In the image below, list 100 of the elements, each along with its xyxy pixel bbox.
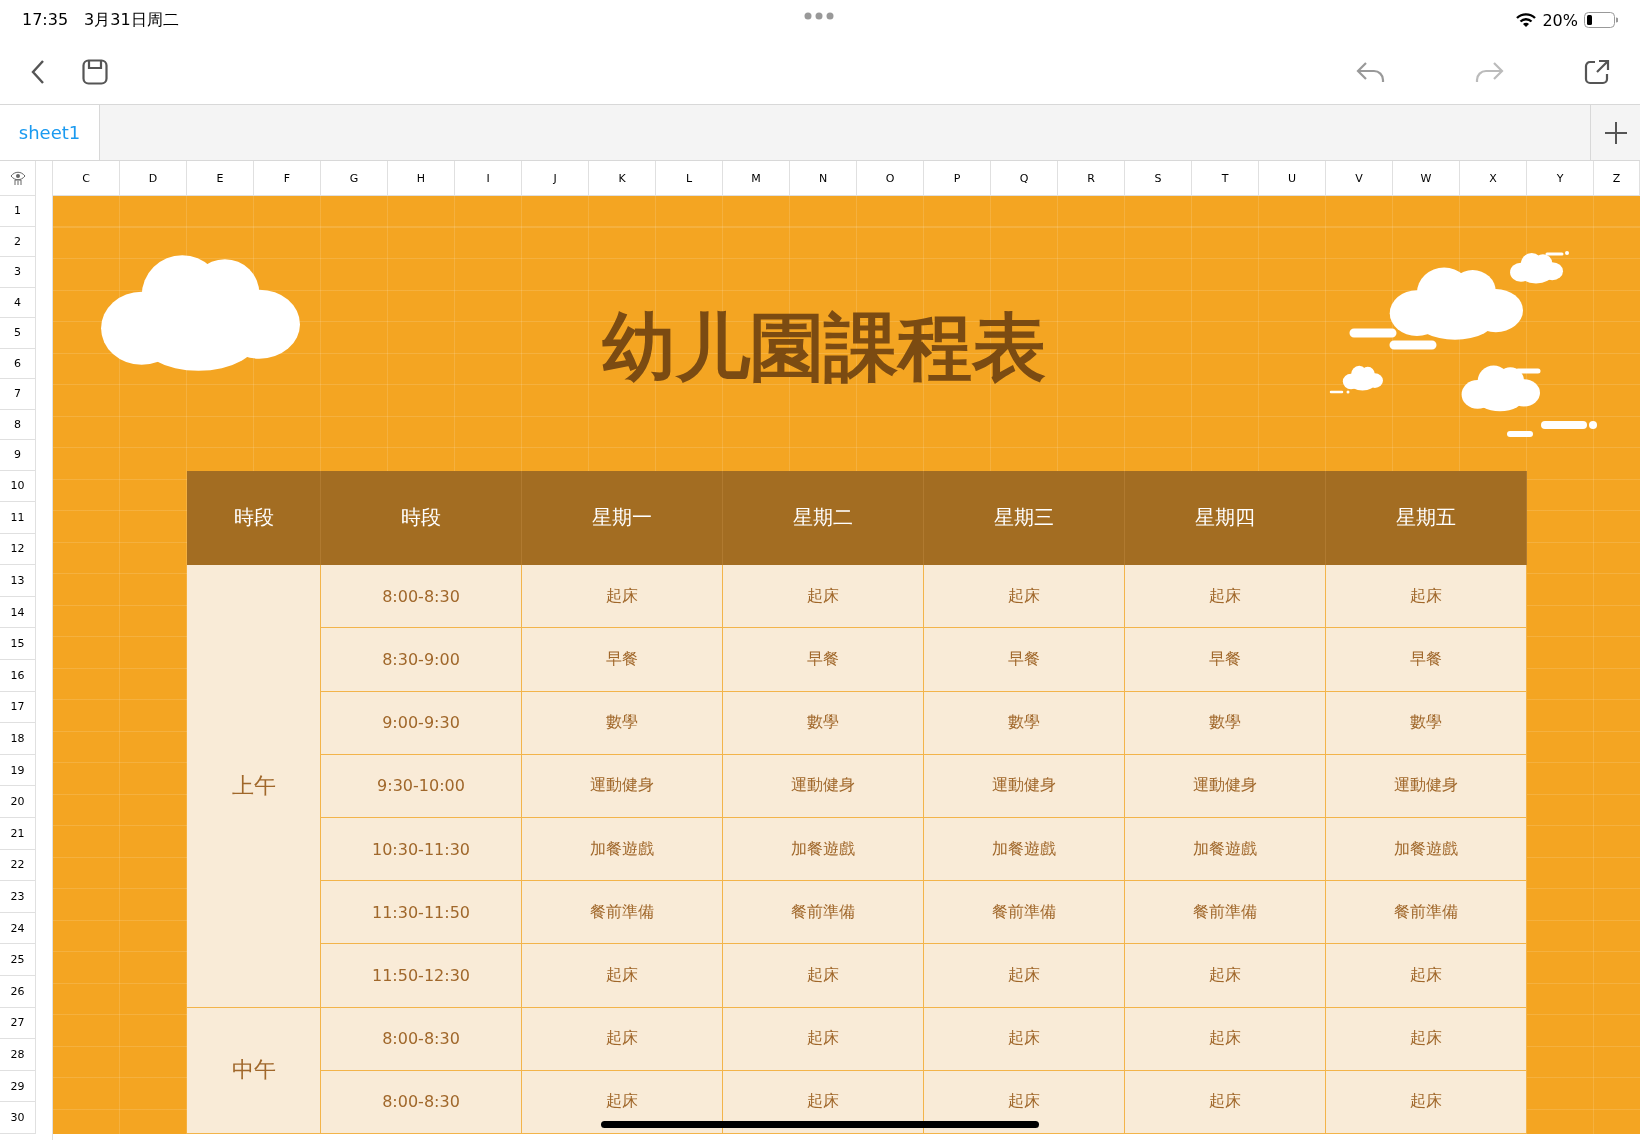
- activity-cell: 數學: [1125, 691, 1326, 755]
- activity-cell: 餐前準備: [723, 881, 924, 945]
- activity-cell: 數學: [723, 691, 924, 755]
- row-header[interactable]: 27: [0, 1007, 36, 1040]
- row-header[interactable]: 26: [0, 976, 36, 1008]
- row-header[interactable]: 18: [0, 723, 36, 755]
- row-header[interactable]: 25: [0, 944, 36, 976]
- activity-cell: 起床: [924, 1070, 1125, 1134]
- wifi-icon: [1516, 12, 1537, 28]
- row-header[interactable]: 22: [0, 849, 36, 882]
- row-header[interactable]: 14: [0, 596, 36, 629]
- row-header[interactable]: 3: [0, 257, 36, 288]
- row-header[interactable]: 9: [0, 440, 36, 471]
- row-header[interactable]: 29: [0, 1070, 36, 1103]
- activity-cell: 起床: [522, 565, 723, 629]
- row-header[interactable]: 7: [0, 379, 36, 410]
- row-header[interactable]: 15: [0, 628, 36, 661]
- activity-cell: 起床: [1326, 1007, 1527, 1071]
- row-header[interactable]: 5: [0, 318, 36, 349]
- eye-icon[interactable]: [9, 170, 26, 186]
- plus-icon: [1603, 120, 1628, 145]
- time-cell: 8:30-9:00: [321, 628, 522, 692]
- row-header[interactable]: 11: [0, 502, 36, 534]
- time-cell: 11:50-12:30: [321, 944, 522, 1008]
- activity-cell: 餐前準備: [1326, 881, 1527, 945]
- row-header[interactable]: 30: [0, 1102, 36, 1134]
- activity-cell: 起床: [924, 565, 1125, 629]
- activity-cell: 運動健身: [723, 754, 924, 819]
- table-header: 星期四: [1125, 470, 1326, 566]
- activity-cell: 運動健身: [1326, 754, 1527, 819]
- activity-cell: 早餐: [723, 628, 924, 692]
- activity-cell: 加餐遊戲: [522, 818, 723, 882]
- row-header[interactable]: 20: [0, 786, 36, 819]
- status-date: 3月31日周二: [84, 9, 179, 31]
- table-header: 星期二: [723, 470, 924, 566]
- row-header[interactable]: 21: [0, 818, 36, 850]
- sheet-title: 幼儿園課程表: [601, 302, 1046, 392]
- time-cell: 8:00-8:30: [321, 1070, 522, 1134]
- activity-cell: 數學: [522, 691, 723, 755]
- status-time: 17:35: [22, 9, 69, 31]
- activity-cell: 數學: [924, 691, 1125, 755]
- row-header[interactable]: 6: [0, 348, 36, 379]
- time-cell: 8:00-8:30: [321, 1007, 522, 1071]
- activity-cell: 加餐遊戲: [1326, 818, 1527, 882]
- activity-cell: 起床: [924, 1007, 1125, 1071]
- activity-cell: 起床: [1125, 944, 1326, 1008]
- time-cell: 9:00-9:30: [321, 691, 522, 755]
- activity-cell: 餐前準備: [924, 881, 1125, 945]
- activity-cell: 加餐遊戲: [1125, 818, 1326, 882]
- share-icon: [1584, 59, 1610, 85]
- activity-cell: 起床: [723, 565, 924, 629]
- row-header[interactable]: 10: [0, 470, 36, 503]
- row-header[interactable]: 8: [0, 409, 36, 440]
- row-header[interactable]: 19: [0, 754, 36, 787]
- activity-cell: 起床: [1125, 565, 1326, 629]
- activity-cell: 起床: [522, 1007, 723, 1071]
- row-header[interactable]: 2: [0, 226, 36, 257]
- row-header[interactable]: 17: [0, 691, 36, 724]
- row-header[interactable]: 1: [0, 196, 36, 227]
- activity-cell: 早餐: [522, 628, 723, 692]
- activity-cell: 起床: [1125, 1007, 1326, 1071]
- battery-icon: [1584, 12, 1618, 28]
- table-header: 星期一: [522, 470, 723, 566]
- row-header[interactable]: 28: [0, 1039, 36, 1071]
- table-header: 星期三: [924, 470, 1125, 566]
- row-header[interactable]: 24: [0, 912, 36, 945]
- row-header[interactable]: 13: [0, 565, 36, 597]
- activity-cell: 起床: [522, 944, 723, 1008]
- activity-cell: 運動健身: [1125, 754, 1326, 819]
- activity-cell: 起床: [522, 1070, 723, 1134]
- row-header[interactable]: 12: [0, 533, 36, 566]
- period-cell: 上午: [187, 565, 321, 1008]
- activity-cell: 餐前準備: [522, 881, 723, 945]
- activity-cell: 運動健身: [522, 754, 723, 819]
- row-header[interactable]: 23: [0, 881, 36, 913]
- activity-cell: 數學: [1326, 691, 1527, 755]
- activity-cell: 早餐: [1326, 628, 1527, 692]
- table-header: 星期五: [1326, 470, 1527, 566]
- table-header: 時段: [187, 470, 321, 566]
- back-icon: [30, 59, 46, 85]
- more-dots-icon[interactable]: [804, 12, 834, 20]
- activity-cell: 運動健身: [924, 754, 1125, 819]
- activity-cell: 起床: [1326, 565, 1527, 629]
- activity-cell: 加餐遊戲: [924, 818, 1125, 882]
- row-header[interactable]: 16: [0, 660, 36, 692]
- period-cell: 中午: [187, 1007, 321, 1134]
- table-header: 時段: [321, 470, 522, 566]
- redo-icon: [1474, 60, 1504, 84]
- time-cell: 10:30-11:30: [321, 818, 522, 882]
- battery-percent: 20%: [1542, 10, 1578, 30]
- time-cell: 8:00-8:30: [321, 565, 522, 629]
- row-header[interactable]: 4: [0, 287, 36, 318]
- activity-cell: 起床: [1125, 1070, 1326, 1134]
- activity-cell: 起床: [924, 944, 1125, 1008]
- activity-cell: 早餐: [924, 628, 1125, 692]
- activity-cell: 起床: [723, 1007, 924, 1071]
- undo-icon: [1356, 60, 1386, 84]
- time-cell: 11:30-11:50: [321, 881, 522, 945]
- activity-cell: 起床: [1326, 944, 1527, 1008]
- time-cell: 9:30-10:00: [321, 754, 522, 819]
